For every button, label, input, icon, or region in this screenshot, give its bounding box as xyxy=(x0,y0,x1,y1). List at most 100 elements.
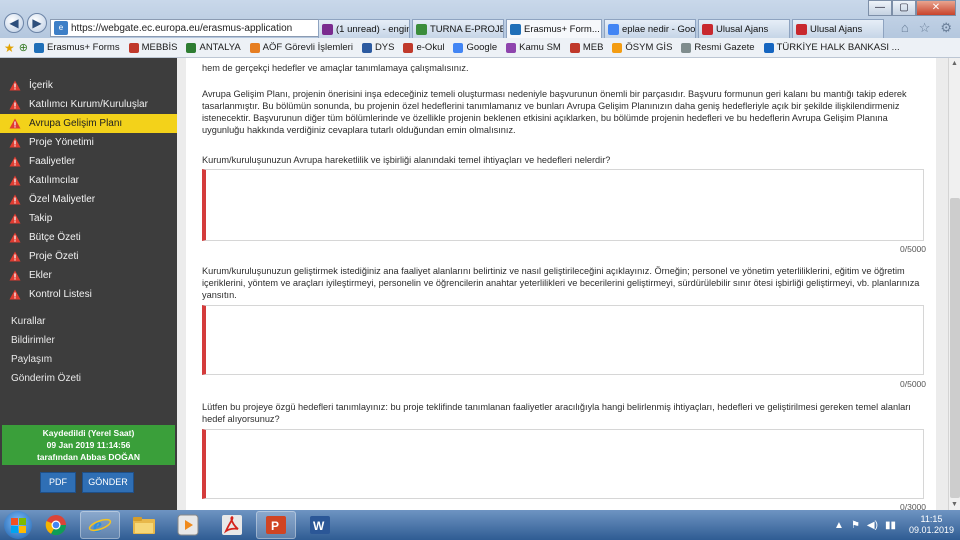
warning-icon xyxy=(9,80,21,91)
browser-tab-active[interactable]: Erasmus+ Form... ✕ xyxy=(506,19,602,38)
favorite-icon xyxy=(681,42,692,53)
save-status-box: Kaydedildi (Yerel Saat) 09 Jan 2019 11:1… xyxy=(2,425,175,465)
pdf-button[interactable]: PDF xyxy=(40,472,76,493)
sidebar-item-participants[interactable]: Katılımcılar xyxy=(0,171,177,190)
taskbar-powerpoint[interactable]: P xyxy=(256,511,296,539)
system-clock[interactable]: 11:15 09.01.2019 xyxy=(909,514,954,536)
browser-tab[interactable]: eplae nedir - Goog... xyxy=(604,19,696,38)
address-bar[interactable]: e https://webgate.ec.europa.eu/erasmus-a… xyxy=(50,19,330,37)
favorite-link[interactable]: MEB xyxy=(569,42,603,53)
taskbar-acrobat[interactable] xyxy=(212,511,252,539)
favorite-link[interactable]: ÖSYM GİS xyxy=(612,42,672,53)
warning-icon xyxy=(9,175,21,186)
volume-icon[interactable]: ◀) xyxy=(867,520,878,531)
warning-icon xyxy=(9,232,21,243)
minimize-button[interactable]: — xyxy=(868,0,892,16)
sidebar-item-label: Ekler xyxy=(29,270,52,281)
form-page: hem de gerçekçi hedefler ve amaçlar tanı… xyxy=(186,58,936,512)
browser-tab[interactable]: (1 unread) - engin... xyxy=(318,19,410,38)
answer-textarea[interactable] xyxy=(202,169,924,241)
favorite-link[interactable]: MEBBİS xyxy=(128,42,177,53)
file-explorer-icon xyxy=(133,517,155,534)
taskbar-media-player[interactable] xyxy=(168,511,208,539)
scroll-down-icon[interactable]: ▼ xyxy=(951,501,958,508)
char-counter: 0/5000 xyxy=(900,379,926,389)
browser-tab[interactable]: TURNA E-PROJE Y... xyxy=(412,19,504,38)
favorite-icon xyxy=(763,42,774,53)
favorite-link[interactable]: Erasmus+ Forms xyxy=(33,42,120,53)
star-icon[interactable]: ☆ xyxy=(919,20,931,36)
sidebar-item-annexes[interactable]: Ekler xyxy=(0,266,177,285)
windows-logo-icon xyxy=(19,526,26,533)
submit-button[interactable]: GÖNDER xyxy=(82,472,134,493)
browser-tab[interactable]: Ulusal Ajans xyxy=(792,19,884,38)
form-sidebar: İçerik Katılımcı Kurum/Kuruluşlar Avrupa G… xyxy=(0,58,177,510)
favorite-link[interactable]: Resmi Gazete xyxy=(681,42,755,53)
favorite-link[interactable]: ANTALYA xyxy=(186,42,241,53)
question-label: Kurum/kuruluşunuzun Avrupa hareketlilik … xyxy=(202,155,611,165)
back-button[interactable]: ◀ xyxy=(4,13,24,33)
favorites-star-icon[interactable]: ★ xyxy=(4,41,15,55)
tab-close-icon[interactable]: ✕ xyxy=(600,24,601,35)
tab-label: Ulusal Ajans xyxy=(716,23,769,35)
forward-button[interactable]: ▶ xyxy=(27,13,47,33)
favorites-bar: ★ ⊕ Erasmus+ Forms MEBBİS ANTALYA AÖF Gö… xyxy=(0,38,960,58)
windows-logo-icon xyxy=(11,526,18,533)
sidebar-item-special-costs[interactable]: Özel Maliyetler xyxy=(0,190,177,209)
sidebar-divider xyxy=(0,304,177,312)
browser-tab[interactable]: Ulusal Ajans xyxy=(698,19,790,38)
answer-textarea[interactable] xyxy=(202,305,924,375)
sidebar-link-notifications[interactable]: Bildirimler xyxy=(0,331,177,350)
home-icon[interactable]: ⌂ xyxy=(901,20,909,36)
favorite-link[interactable]: Google xyxy=(453,42,497,53)
save-status-time: 09 Jan 2019 11:14:56 xyxy=(46,440,131,450)
browser-titlebar: ◀ ▶ e https://webgate.ec.europa.eu/erasm… xyxy=(0,0,960,38)
intro-fragment: hem de gerçekçi hedefler ve amaçlar tanı… xyxy=(202,63,469,73)
favorite-link[interactable]: TÜRKİYE HALK BANKASI ... xyxy=(763,42,900,53)
sidebar-item-follow-up[interactable]: Takip xyxy=(0,209,177,228)
sidebar-link-sharing[interactable]: Paylaşım xyxy=(0,350,177,369)
favorite-label: e-Okul xyxy=(416,42,445,53)
favorite-icon xyxy=(506,42,517,53)
answer-textarea[interactable] xyxy=(202,429,924,499)
taskbar-internet-explorer[interactable]: e xyxy=(80,511,120,539)
sidebar-item-budget-summary[interactable]: Bütçe Özeti xyxy=(0,228,177,247)
sidebar-item-project-management[interactable]: Proje Yönetimi xyxy=(0,133,177,152)
sidebar-item-activities[interactable]: Faaliyetler xyxy=(0,152,177,171)
sidebar-item-content[interactable]: İçerik xyxy=(0,76,177,95)
taskbar-chrome[interactable] xyxy=(36,511,76,539)
show-hidden-icons-icon[interactable]: ▲ xyxy=(834,520,844,531)
sidebar-item-partners[interactable]: Katılımcı Kurum/Kuruluşlar xyxy=(0,95,177,114)
maximize-button[interactable]: ▢ xyxy=(892,0,916,16)
tab-favicon xyxy=(322,23,333,35)
favorite-label: Google xyxy=(466,42,498,53)
favorite-link[interactable]: e-Okul xyxy=(403,42,444,53)
network-icon[interactable]: ▮▮ xyxy=(885,520,896,531)
question-label: Kurum/kuruluşunuzun geliştirmek istediği… xyxy=(202,266,920,300)
favorite-link[interactable]: DYS xyxy=(361,42,395,53)
sidebar-item-checklist[interactable]: Kontrol Listesi xyxy=(0,285,177,304)
sidebar-item-label: Kontrol Listesi xyxy=(29,289,92,300)
sidebar-link-rules[interactable]: Kurallar xyxy=(0,312,177,331)
taskbar-file-explorer[interactable] xyxy=(124,511,164,539)
favorite-icon xyxy=(249,42,260,53)
taskbar-word[interactable]: W xyxy=(300,511,340,539)
close-window-button[interactable]: ✕ xyxy=(916,0,956,16)
sidebar-item-project-summary[interactable]: Proje Özeti xyxy=(0,247,177,266)
favorite-label: DYS xyxy=(374,42,395,53)
favorite-label: AÖF Görevli İşlemleri xyxy=(262,42,353,53)
gear-icon[interactable]: ⚙ xyxy=(940,20,952,36)
scroll-up-icon[interactable]: ▲ xyxy=(951,60,958,67)
favorite-link[interactable]: AÖF Görevli İşlemleri xyxy=(249,42,353,53)
favorite-label: TÜRKİYE HALK BANKASI ... xyxy=(776,42,900,53)
add-favorite-icon[interactable]: ⊕ xyxy=(19,41,28,54)
scrollbar-thumb[interactable] xyxy=(950,198,960,498)
windows-start-button[interactable] xyxy=(4,511,32,539)
favorite-link[interactable]: Kamu SM xyxy=(506,42,561,53)
flag-icon[interactable]: ⚑ xyxy=(851,520,860,531)
sidebar-item-european-development-plan[interactable]: Avrupa Gelişim Planı xyxy=(0,114,177,133)
sidebar-link-submission-summary[interactable]: Gönderim Özeti xyxy=(0,369,177,388)
warning-icon xyxy=(9,99,21,110)
page-scrollbar[interactable]: ▲ ▼ xyxy=(948,58,960,510)
clock-time: 11:15 xyxy=(920,514,943,524)
